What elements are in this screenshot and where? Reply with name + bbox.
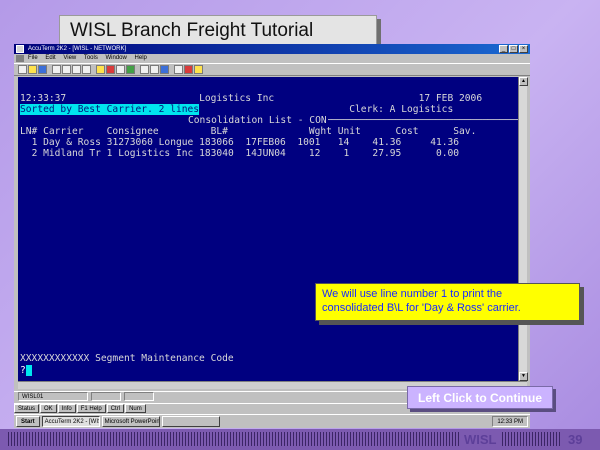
script-icon[interactable] — [174, 65, 183, 74]
taskbar-item-powerpoint[interactable]: Microsoft PowerPoint... — [101, 416, 160, 427]
stop-icon[interactable] — [184, 65, 193, 74]
status-cell — [91, 392, 121, 401]
footer-label: WISL — [464, 432, 497, 447]
footer-decoration — [8, 432, 460, 446]
instruction-callout: We will use line number 1 to print the c… — [315, 283, 580, 321]
copy-icon[interactable] — [72, 65, 81, 74]
column-header-row: LN# Carrier Consignee BL# Wght Unit Cost… — [20, 126, 477, 137]
capture-icon[interactable] — [140, 65, 149, 74]
keyboard-icon[interactable] — [126, 65, 135, 74]
fkey-ok[interactable]: OK — [40, 404, 57, 413]
close-button[interactable]: × — [519, 45, 528, 53]
fkey-num[interactable]: Num — [125, 404, 146, 413]
settings-icon[interactable] — [116, 65, 125, 74]
sort-indicator: Sorted by Best Carrier. 2 lines — [20, 104, 200, 115]
slide-title: WISL Branch Freight Tutorial — [59, 15, 377, 46]
menu-window[interactable]: Window — [106, 55, 127, 61]
screenshot-frame: AccuTerm 2K2 - [WISL - NETWORK] _ □ × Fi… — [14, 44, 530, 428]
footer-decoration — [502, 432, 560, 446]
table-row[interactable]: 1 Day & Ross 31273060 Longue 183066 17FE… — [20, 137, 460, 148]
disconnect-icon[interactable] — [106, 65, 115, 74]
fkey-status[interactable]: Status — [14, 404, 40, 413]
table-row[interactable]: 2 Midland Tr 1 Logistics Inc 183040 14JU… — [20, 148, 460, 159]
taskbar-item[interactable] — [161, 416, 220, 427]
maximize-button[interactable]: □ — [509, 45, 518, 53]
vertical-scrollbar[interactable]: ▲ ▼ — [518, 77, 528, 381]
header-line-2: Sorted by Best Carrier. 2 lines Clerk: A… — [20, 104, 454, 115]
fkey-ctrl[interactable]: Ctrl — [106, 404, 125, 413]
continue-button[interactable]: Left Click to Continue — [407, 386, 553, 409]
cut-icon[interactable] — [62, 65, 71, 74]
scroll-down-icon[interactable]: ▼ — [519, 372, 528, 381]
menu-help[interactable]: Help — [135, 55, 147, 61]
start-button[interactable]: Start — [16, 416, 40, 427]
menu-tools[interactable]: Tools — [84, 55, 98, 61]
scroll-up-icon[interactable]: ▲ — [519, 77, 528, 86]
document-icon — [16, 55, 24, 62]
menu-edit[interactable]: Edit — [45, 55, 55, 61]
paste-icon[interactable] — [82, 65, 91, 74]
minimize-button[interactable]: _ — [499, 45, 508, 53]
print-icon[interactable] — [52, 65, 61, 74]
transfer-icon[interactable] — [150, 65, 159, 74]
slide-footer: WISL 39 — [0, 429, 600, 450]
callout-line-1: We will use line number 1 to print the — [322, 288, 503, 300]
menu-file[interactable]: File — [28, 55, 38, 61]
menu-bar: File Edit View Tools Window Help — [14, 54, 530, 63]
page-number: 39 — [568, 432, 583, 447]
status-cell — [124, 392, 154, 401]
taskbar-clock: 12:33 PM — [492, 416, 528, 427]
status-session: WISL01 — [18, 392, 88, 401]
help-icon[interactable] — [194, 65, 203, 74]
command-prompt[interactable]: ? — [20, 365, 32, 376]
list-title: Consolidation List - CON — [187, 115, 328, 126]
fkey-info[interactable]: Info — [57, 404, 76, 413]
macro-icon[interactable] — [160, 65, 169, 74]
fkey-help[interactable]: F1 Help — [76, 404, 106, 413]
taskbar-item-accuterm[interactable]: AccuTerm 2K2 - [WIS... — [41, 416, 100, 427]
window-title: AccuTerm 2K2 - [WISL - NETWORK] — [28, 46, 127, 52]
window-titlebar: AccuTerm 2K2 - [WISL - NETWORK] _ □ × — [14, 44, 530, 54]
segment-prompt: XXXXXXXXXXXX Segment Maintenance Code — [20, 353, 234, 364]
menu-view[interactable]: View — [63, 55, 76, 61]
windows-taskbar: StartAccuTerm 2K2 - [WIS...Microsoft Pow… — [14, 414, 530, 428]
text-cursor — [25, 365, 32, 376]
open-icon[interactable] — [28, 65, 37, 74]
toolbar — [14, 63, 530, 76]
new-icon[interactable] — [18, 65, 27, 74]
terminal-screen[interactable]: 12:33:37 Logistics Inc 17 FEB 2006 Sorte… — [18, 77, 518, 381]
header-line-1: 12:33:37 Logistics Inc 17 FEB 2006 — [20, 93, 483, 104]
app-icon — [16, 45, 24, 53]
callout-line-2: consolidated B\L for 'Day & Ross' carrie… — [322, 302, 521, 314]
save-icon[interactable] — [38, 65, 47, 74]
connect-icon[interactable] — [96, 65, 105, 74]
